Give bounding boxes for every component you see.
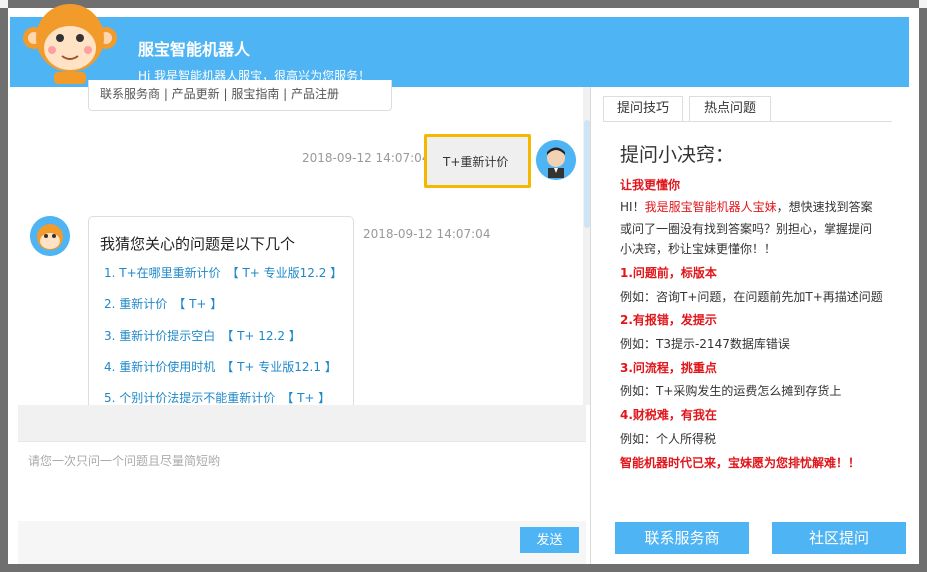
user-message-text: T+重新计价 bbox=[443, 155, 509, 169]
tip-example-2: 例如：T3提示-2147数据库错误 bbox=[620, 337, 790, 351]
tips-intro-highlight: 我是服宝智能机器人宝妹 bbox=[644, 200, 777, 214]
app-title: 服宝智能机器人 bbox=[138, 40, 251, 59]
tip-head-4: 4.财税难，有我在 bbox=[620, 408, 717, 422]
tip-head-1: 1.问题前，标版本 bbox=[620, 266, 717, 280]
message-input-placeholder: 请您一次只问一个问题且尽量简短哟 bbox=[28, 454, 221, 468]
answer-label: 4. 重新计价使用时机 bbox=[104, 360, 216, 374]
tip-head-3: 3.问流程，挑重点 bbox=[620, 361, 717, 375]
tips-intro-2: 或问了一圈没有找到答案吗？别担心，掌握提问 bbox=[620, 222, 873, 236]
panel-divider bbox=[590, 87, 591, 564]
answer-link-1[interactable]: 1. T+在哪里重新计价【 T+ 专业版12.2 】 bbox=[104, 264, 342, 281]
community-question-button[interactable]: 社区提问 bbox=[772, 522, 906, 554]
user-message-bubble: T+重新计价 bbox=[424, 134, 531, 188]
answer-link-4[interactable]: 4. 重新计价使用时机【 T+ 专业版12.1 】 bbox=[104, 358, 337, 375]
tips-heading: 让我更懂你 bbox=[620, 178, 681, 192]
tips-title: 提问小决窍： bbox=[620, 144, 735, 166]
tips-intro-a: HI！ bbox=[620, 200, 645, 214]
tip-example-1: 例如：咨询T+问题，在问题前先加T+再描述问题 bbox=[620, 290, 883, 304]
answer-version-tag: 【 T+ 】 bbox=[173, 297, 223, 311]
send-bar bbox=[18, 521, 586, 564]
answer-version-tag: 【 T+ 】 bbox=[281, 391, 331, 405]
previous-links[interactable]: 联系服务商 | 产品更新 | 服宝指南 | 产品注册 bbox=[100, 85, 339, 102]
tab-hot-questions[interactable]: 热点问题 bbox=[689, 96, 771, 122]
tips-intro-3: 小决窍，秒让宝妹更懂你！！ bbox=[620, 242, 777, 256]
tip-example-4: 例如：个人所得税 bbox=[620, 432, 717, 446]
answer-version-tag: 【 T+ 专业版12.2 】 bbox=[226, 266, 343, 280]
tips-intro: HI！我是服宝智能机器人宝妹，想快速找到答案 bbox=[620, 198, 873, 215]
tab-tips[interactable]: 提问技巧 bbox=[603, 96, 683, 122]
tip-head-2: 2.有报错，发提示 bbox=[620, 313, 717, 327]
bot-message-title: 我猜您关心的问题是以下几个 bbox=[100, 235, 296, 253]
monkey-mascot-icon bbox=[23, 4, 117, 84]
answer-link-5[interactable]: 5. 个别计价法提示不能重新计价【 T+ 】 bbox=[104, 389, 330, 406]
bot-message-time: 2018-09-12 14:07:04 bbox=[363, 227, 491, 241]
tips-closing: 智能机器时代已来，宝妹愿为您排忧解难！！ bbox=[620, 456, 861, 470]
frame-corner bbox=[0, 0, 8, 8]
answer-version-tag: 【 T+ 12.2 】 bbox=[221, 329, 301, 343]
answer-label: 5. 个别计价法提示不能重新计价 bbox=[104, 391, 276, 405]
tips-intro-b: ，想快速找到答案 bbox=[776, 200, 873, 214]
answer-link-2[interactable]: 2. 重新计价【 T+ 】 bbox=[104, 295, 222, 312]
send-button[interactable]: 发送 bbox=[520, 527, 579, 553]
answer-label: 1. T+在哪里重新计价 bbox=[104, 266, 221, 280]
tab-underline bbox=[603, 121, 892, 122]
contact-provider-button[interactable]: 联系服务商 bbox=[615, 522, 749, 554]
answer-link-3[interactable]: 3. 重新计价提示空白【 T+ 12.2 】 bbox=[104, 327, 301, 344]
frame-corner bbox=[919, 0, 927, 8]
user-avatar-icon bbox=[536, 140, 576, 180]
tip-example-3: 例如：T+采购发生的运费怎么摊到存货上 bbox=[620, 384, 842, 398]
answer-label: 2. 重新计价 bbox=[104, 297, 168, 311]
user-message-time: 2018-09-12 14:07:04 bbox=[302, 151, 430, 165]
answer-version-tag: 【 T+ 专业版12.1 】 bbox=[221, 360, 337, 374]
input-toolbar bbox=[18, 405, 586, 441]
bot-avatar-icon bbox=[30, 216, 70, 256]
answer-label: 3. 重新计价提示空白 bbox=[104, 329, 216, 343]
